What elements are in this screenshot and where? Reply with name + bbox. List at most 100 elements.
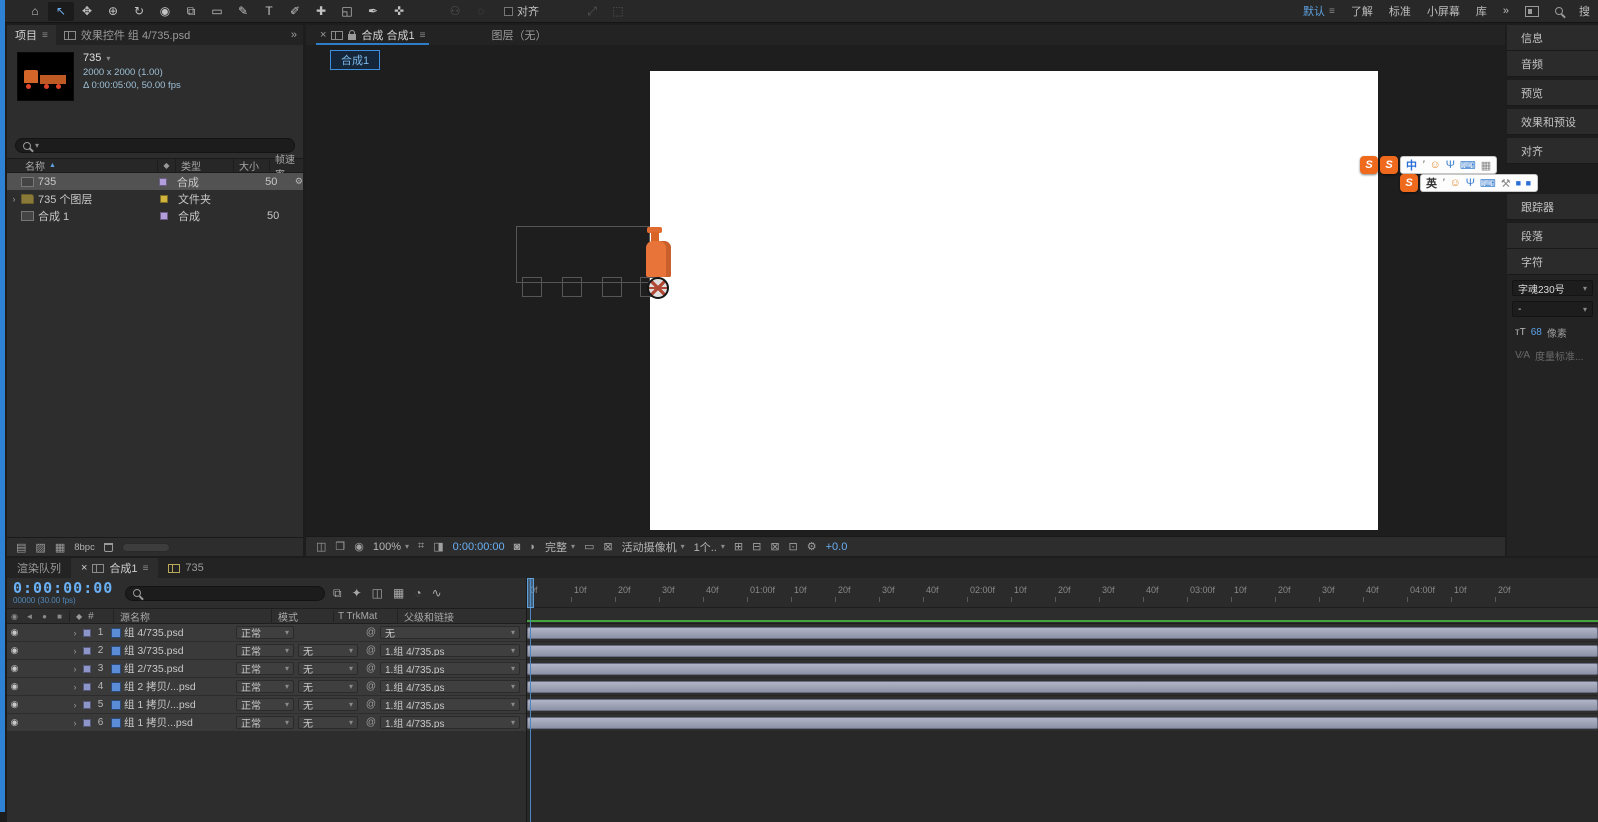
mode-select[interactable]: 正常▾ — [236, 662, 294, 675]
label-color-chip[interactable] — [83, 629, 91, 637]
panel-menu-icon[interactable]: ≡ — [143, 563, 149, 574]
layer-row-2[interactable]: ◉ › 2 组 3/735.psd 正常▾ 无▾ @ 1.组 4/735.ps▾ — [7, 642, 526, 660]
color-depth-label[interactable]: 8bpc — [74, 542, 95, 553]
layer-row-1[interactable]: ◉ › 1 组 4/735.psd 正常▾ @ 无▾ — [7, 624, 526, 642]
parent-select[interactable]: 1.组 4/735.ps▾ — [380, 680, 520, 693]
layer-duration-bar[interactable] — [527, 699, 1598, 711]
mini-flowchart-icon[interactable]: ⧉ — [333, 586, 342, 601]
workspace-standard[interactable]: 标准 — [1389, 3, 1411, 19]
workspace-learn[interactable]: 了解 — [1351, 3, 1373, 19]
roto-brush-tool-icon[interactable]: ✒ — [360, 2, 386, 21]
track-row-6[interactable] — [527, 714, 1598, 732]
pan-behind-tool-icon[interactable]: ⧉ — [178, 2, 204, 21]
eye-column-icon[interactable]: ◉ — [7, 612, 22, 621]
layer-row-6[interactable]: ◉ › 6 组 1 拷贝...psd 正常▾ 无▾ @ 1.组 4/735.ps… — [7, 714, 526, 732]
exposure-gear-icon[interactable]: ⚙ — [807, 540, 817, 553]
lock-column-icon[interactable]: ■ — [52, 612, 67, 621]
comp-time-display[interactable]: 0:00:00:00 — [453, 541, 505, 553]
playhead-line[interactable] — [530, 578, 531, 822]
font-size-control[interactable]: ᴛT 68 像素 — [1507, 317, 1598, 340]
parent-pickwhip-icon[interactable]: @ — [362, 717, 380, 728]
workspace-small-screen[interactable]: 小屏幕 — [1427, 3, 1460, 19]
font-size-value[interactable]: 68 — [1531, 327, 1542, 338]
tab-735-timeline[interactable]: 735 — [158, 558, 213, 578]
eye-icon[interactable]: ◉ — [7, 663, 22, 674]
motion-blur-icon[interactable]: ◔ — [414, 586, 421, 601]
panel-character[interactable]: 字符 — [1507, 249, 1598, 275]
parent-pickwhip-icon[interactable]: @ — [362, 627, 380, 638]
column-mode[interactable]: 模式 — [271, 609, 333, 624]
frame-blend-icon[interactable]: ▦ — [393, 586, 404, 601]
workspace-libraries[interactable]: 库 — [1476, 3, 1487, 19]
new-comp-icon[interactable]: ▦ — [55, 541, 65, 554]
mode-select[interactable]: 正常▾ — [236, 698, 294, 711]
keyboard-icon[interactable]: ⌨ — [1480, 177, 1496, 190]
ime-skin-squares-icon[interactable]: ■ ■ — [1516, 178, 1532, 188]
mic-icon[interactable]: Ψ — [1466, 177, 1475, 189]
panel-audio[interactable]: 音频 — [1507, 51, 1598, 77]
current-time-display[interactable]: 0:00:00:00 — [13, 581, 117, 596]
camera-tool-icon[interactable]: ◉ — [152, 2, 178, 21]
more-workspaces-icon[interactable]: » — [1503, 5, 1509, 17]
track-row-1[interactable] — [527, 624, 1598, 642]
label-color-chip[interactable] — [83, 647, 91, 655]
column-name[interactable]: 名称▲ — [7, 159, 157, 172]
parent-select[interactable]: 1.组 4/735.ps▾ — [380, 716, 520, 729]
track-row-3[interactable] — [527, 660, 1598, 678]
expand-icon[interactable]: › — [7, 194, 21, 204]
layer-duration-bar[interactable] — [527, 717, 1598, 729]
chevron-down-icon[interactable]: ▾ — [35, 141, 39, 150]
mic-icon[interactable]: Ψ — [1446, 159, 1455, 171]
panel-layout-icon[interactable] — [1525, 6, 1539, 17]
trkmat-select[interactable]: 无▾ — [298, 680, 358, 693]
panel-info[interactable]: 信息 — [1507, 25, 1598, 51]
expand-icon[interactable]: › — [69, 682, 81, 692]
shy-layers-icon[interactable]: ◫ — [372, 586, 383, 601]
composition-canvas[interactable] — [650, 71, 1378, 530]
always-preview-icon[interactable]: ◫ — [316, 540, 326, 553]
train-wireframe-wheelbox[interactable] — [602, 277, 622, 297]
transparency-grid-icon[interactable]: ⊠ — [603, 540, 612, 553]
column-trkmat[interactable]: T TrkMat — [333, 611, 397, 622]
type-tool-icon[interactable]: T — [256, 2, 282, 21]
expand-icon[interactable]: › — [69, 664, 81, 674]
show-channels-icon[interactable]: ◗ — [529, 541, 536, 553]
parent-select[interactable]: 1.组 4/735.ps▾ — [380, 662, 520, 675]
tab-project[interactable]: 项目 ≡ — [7, 25, 56, 45]
timeline-button-icon[interactable]: ⊠ — [770, 540, 779, 553]
resolution-select[interactable]: 完整▾ — [545, 539, 575, 555]
column-label[interactable]: ◆ — [157, 159, 175, 172]
exposure-value[interactable]: +0.0 — [826, 541, 848, 553]
column-parent-link[interactable]: 父级和链接 — [397, 609, 526, 624]
checkbox-icon[interactable] — [504, 7, 513, 16]
emoji-icon[interactable]: ☺ — [1449, 177, 1460, 189]
mode-select[interactable]: 正常▾ — [236, 644, 294, 657]
emoji-icon[interactable]: ☺ — [1429, 159, 1440, 171]
panel-effects-presets[interactable]: 效果和预设 — [1507, 109, 1598, 135]
playhead-handle[interactable] — [527, 578, 534, 608]
panel-menu-icon[interactable]: ≡ — [42, 30, 48, 41]
timeline-search-input[interactable] — [125, 586, 325, 601]
tab-comp1-timeline[interactable]: × 合成1 ≡ — [71, 558, 158, 578]
layer-row-4[interactable]: ◉ › 4 组 2 拷贝/...psd 正常▾ 无▾ @ 1.组 4/735.p… — [7, 678, 526, 696]
parent-select[interactable]: 1.组 4/735.ps▾ — [380, 644, 520, 657]
search-workspace-label[interactable]: 搜 — [1579, 3, 1590, 19]
layer-row-3[interactable]: ◉ › 3 组 2/735.psd 正常▾ 无▾ @ 1.组 4/735.ps▾ — [7, 660, 526, 678]
track-row-5[interactable] — [527, 696, 1598, 714]
grid-guides-icon[interactable]: ⌗ — [418, 540, 424, 553]
trkmat-select[interactable]: 无▾ — [298, 716, 358, 729]
workspace-default[interactable]: 默认≡ — [1303, 3, 1335, 19]
label-color-chip[interactable] — [83, 683, 91, 691]
close-icon[interactable]: × — [81, 562, 87, 574]
tab-comp-viewer[interactable]: × 合成 合成1 ≡ — [316, 25, 429, 45]
parent-pickwhip-icon[interactable]: @ — [362, 681, 380, 692]
camera-select[interactable]: 活动摄像机▾ — [622, 539, 685, 555]
trkmat-select[interactable]: 无▾ — [298, 698, 358, 711]
tab-layer-viewer[interactable]: 图层（无） — [491, 27, 546, 43]
parent-pickwhip-icon[interactable]: @ — [362, 645, 380, 656]
column-size[interactable]: 大小 — [233, 159, 269, 172]
trkmat-select[interactable]: 无▾ — [298, 662, 358, 675]
keyboard-icon[interactable]: ⌨ — [1460, 159, 1476, 172]
track-row-2[interactable] — [527, 642, 1598, 660]
audio-column-icon[interactable]: ◄ — [22, 612, 37, 621]
